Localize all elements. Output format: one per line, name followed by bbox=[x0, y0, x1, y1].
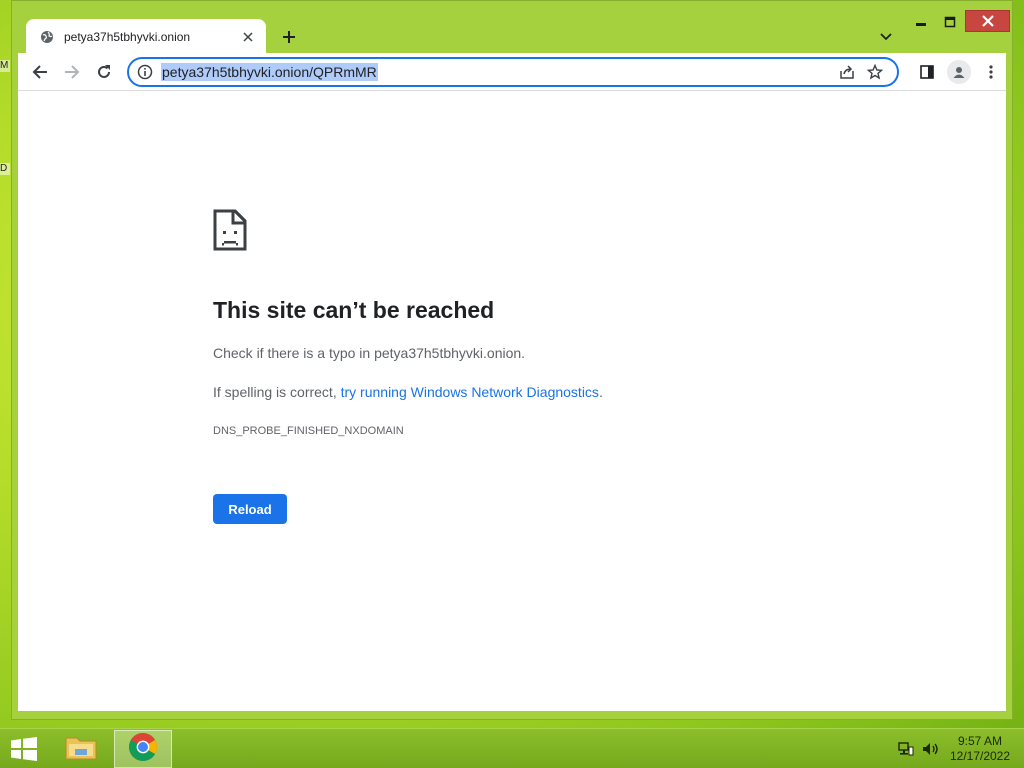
error-diagnostics-hint: If spelling is correct, try running Wind… bbox=[213, 384, 603, 400]
clock-time: 9:57 AM bbox=[957, 734, 1003, 748]
folder-icon bbox=[65, 733, 97, 766]
menu-kebab-icon[interactable] bbox=[975, 56, 1007, 88]
diagnostics-prefix: If spelling is correct, bbox=[213, 384, 341, 400]
globe-icon bbox=[40, 30, 54, 44]
close-button[interactable] bbox=[965, 10, 1010, 32]
system-tray bbox=[898, 741, 940, 762]
new-tab-button[interactable] bbox=[277, 25, 301, 49]
browser-toolbar: petya37h5tbhyvki.onion/QPRmMR bbox=[18, 53, 1006, 91]
error-typo-hint: Check if there is a typo in petya37h5tbh… bbox=[213, 345, 526, 361]
share-icon[interactable] bbox=[833, 60, 861, 84]
tab-search-button[interactable] bbox=[874, 25, 898, 49]
file-explorer-taskbar-button[interactable] bbox=[52, 730, 110, 768]
desktop-icon-partial[interactable]: D bbox=[0, 163, 10, 175]
maximize-button[interactable] bbox=[937, 9, 963, 35]
clock[interactable]: 9:57 AM 12/17/2022 bbox=[942, 734, 1018, 764]
tab-title: petya37h5tbhyvki.onion bbox=[64, 30, 191, 44]
start-button[interactable] bbox=[8, 735, 40, 763]
network-icon[interactable] bbox=[898, 741, 914, 762]
toolbar-right bbox=[911, 56, 1007, 88]
taskbar: 9:57 AM 12/17/2022 bbox=[0, 728, 1024, 768]
error-title: This site can’t be reached bbox=[213, 297, 495, 323]
info-icon[interactable] bbox=[137, 64, 153, 80]
reload-icon[interactable] bbox=[88, 56, 120, 88]
clock-date: 12/17/2022 bbox=[949, 749, 1011, 763]
desktop-icon-partial[interactable]: M bbox=[0, 60, 10, 72]
sad-page-icon bbox=[213, 209, 247, 251]
forward-button[interactable] bbox=[56, 56, 88, 88]
chrome-icon bbox=[128, 732, 158, 767]
title-bar: petya37h5tbhyvki.onion bbox=[12, 1, 1012, 55]
error-code: DNS_PROBE_FINISHED_NXDOMAIN bbox=[213, 425, 404, 437]
chrome-taskbar-button[interactable] bbox=[114, 730, 172, 768]
volume-icon[interactable] bbox=[922, 741, 940, 762]
minimize-button[interactable] bbox=[908, 9, 934, 35]
tab-close-icon[interactable] bbox=[240, 29, 256, 45]
bookmark-star-icon[interactable] bbox=[861, 60, 889, 84]
address-bar[interactable]: petya37h5tbhyvki.onion/QPRmMR bbox=[127, 57, 899, 87]
diagnostics-suffix: . bbox=[598, 384, 603, 400]
reload-button[interactable]: Reload bbox=[213, 494, 287, 524]
diagnostics-link[interactable]: try running Windows Network Diagnostics bbox=[341, 384, 599, 400]
side-panel-icon[interactable] bbox=[911, 56, 943, 88]
browser-window: petya37h5tbhyvki.onion petya37h5tbhyvki.… bbox=[11, 0, 1013, 720]
tab-active[interactable]: petya37h5tbhyvki.onion bbox=[26, 19, 266, 55]
profile-button[interactable] bbox=[943, 56, 975, 88]
url-text[interactable]: petya37h5tbhyvki.onion/QPRmMR bbox=[161, 63, 378, 81]
avatar-icon bbox=[947, 60, 971, 84]
page-content: This site can’t be reached Check if ther… bbox=[18, 91, 1006, 711]
back-button[interactable] bbox=[24, 56, 56, 88]
